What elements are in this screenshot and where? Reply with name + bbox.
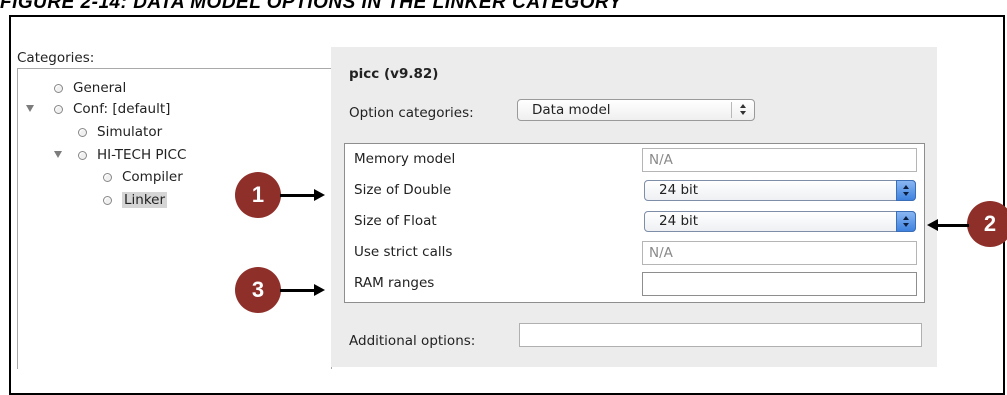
arrow-right-icon (314, 284, 325, 296)
arrow-right-icon (314, 189, 325, 201)
option-categories-label: Option categories: (349, 105, 474, 121)
option-label: RAM ranges (354, 275, 435, 291)
arrow-left-icon (927, 219, 938, 231)
tree-item-label: HI-TECH PICC (97, 147, 187, 163)
callout-3: 3 (235, 267, 281, 313)
categories-tree[interactable]: General Conf: [default] Simulator HI-TEC… (17, 68, 332, 369)
categories-label: Categories: (17, 50, 95, 66)
option-row-size-of-double: Size of Double 24 bit (345, 177, 924, 204)
use-strict-calls-field[interactable]: N/A (642, 241, 917, 265)
tree-item-conf-default[interactable]: Conf: [default] (54, 99, 170, 119)
node-dot-icon (78, 150, 87, 160)
option-row-size-of-float: Size of Float 24 bit (345, 208, 924, 235)
additional-options-input[interactable] (519, 323, 922, 347)
updown-arrows-icon (896, 180, 916, 201)
size-of-double-value: 24 bit (659, 182, 699, 198)
size-of-float-select[interactable]: 24 bit (644, 211, 916, 232)
tree-item-label: Linker (122, 192, 168, 208)
node-dot-icon (54, 83, 63, 93)
compiler-title: picc (v9.82) (349, 66, 439, 82)
node-dot-icon (103, 195, 112, 205)
ram-ranges-field[interactable] (642, 272, 917, 296)
updown-arrows-icon (739, 104, 749, 116)
option-row-ram-ranges: RAM ranges (345, 270, 924, 297)
option-categories-value: Data model (532, 102, 611, 118)
tree-item-general[interactable]: General (54, 78, 126, 98)
tree-item-label: Simulator (97, 124, 163, 140)
figure-title: FIGURE 2-14: DATA MODEL OPTIONS IN THE L… (0, 0, 623, 13)
tree-item-hi-tech-picc[interactable]: HI-TECH PICC (78, 145, 186, 165)
option-label: Use strict calls (354, 244, 453, 260)
node-dot-icon (103, 172, 112, 182)
option-label: Size of Double (354, 182, 452, 198)
node-dot-icon (78, 127, 87, 137)
callout-arrow-line (280, 289, 316, 292)
tree-item-compiler[interactable]: Compiler (103, 167, 183, 187)
expanded-triangle-icon[interactable] (26, 105, 34, 112)
tree-item-simulator[interactable]: Simulator (78, 122, 162, 142)
tree-item-label: Compiler (122, 169, 183, 185)
select-divider (731, 102, 732, 118)
size-of-float-value: 24 bit (659, 213, 699, 229)
node-dot-icon (54, 104, 63, 114)
size-of-double-select[interactable]: 24 bit (644, 180, 916, 201)
callout-arrow-line (938, 224, 969, 227)
option-row-use-strict-calls: Use strict calls N/A (345, 239, 924, 266)
tree-item-label: General (73, 80, 127, 96)
memory-model-field[interactable]: N/A (642, 148, 917, 172)
callout-1: 1 (235, 172, 281, 218)
callout-arrow-line (280, 194, 316, 197)
callout-2: 2 (967, 201, 1007, 247)
tree-item-label: Conf: [default] (73, 101, 171, 117)
options-table: Memory model N/A Size of Double 24 bit S… (344, 143, 925, 303)
option-label: Memory model (354, 151, 456, 167)
additional-options-label: Additional options: (349, 333, 476, 349)
option-categories-select[interactable]: Data model (517, 99, 755, 121)
option-row-memory-model: Memory model N/A (345, 146, 924, 173)
updown-arrows-icon (896, 211, 916, 232)
option-label: Size of Float (354, 213, 437, 229)
tree-item-linker[interactable]: Linker (103, 190, 168, 210)
expanded-triangle-icon[interactable] (54, 151, 62, 158)
